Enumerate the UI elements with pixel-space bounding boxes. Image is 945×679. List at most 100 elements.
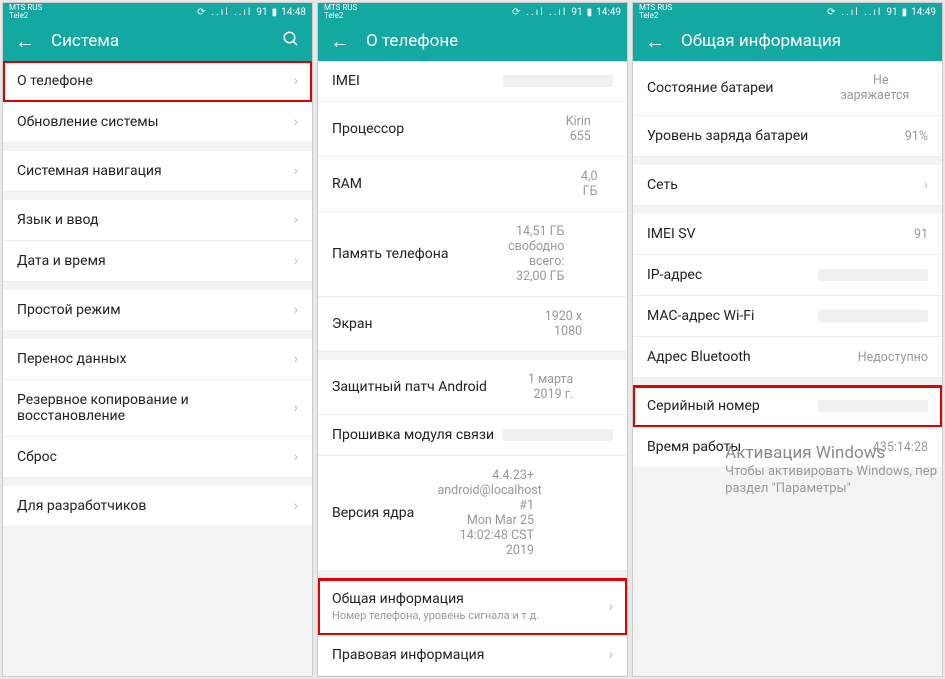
- list-item[interactable]: Время работы 435:14:28: [633, 427, 942, 468]
- sync-icon: ⟳: [197, 7, 207, 18]
- signal-icon: ..ıl ..ıl: [841, 7, 882, 18]
- carrier-label: MTS RUS Tele2: [9, 4, 42, 20]
- item-label: Для разработчиков: [17, 498, 146, 514]
- list-item[interactable]: Сброс ›: [3, 437, 312, 478]
- item-value: 91%: [905, 129, 918, 144]
- item-label: Процессор: [332, 121, 404, 137]
- status-bar: MTS RUS Tele2 ⟳ ..ıl ..ıl 91 ▮ 14:49: [633, 3, 942, 21]
- header-bar: ← Общая информация: [633, 21, 942, 61]
- clock: 14:49: [596, 7, 621, 18]
- item-label: Правовая информация: [332, 647, 484, 663]
- status-bar: MTS RUS Tele2 ⟳ ..ıl ..ıl 91 ▮ 14:49: [318, 3, 627, 21]
- list-item[interactable]: IMEI: [318, 61, 627, 102]
- list-item[interactable]: Правовая информация›: [318, 635, 627, 676]
- item-label: Сброс: [17, 449, 57, 465]
- list-item[interactable]: MAC-адрес Wi-Fi: [633, 296, 942, 337]
- list-item[interactable]: Перенос данных›: [3, 339, 312, 380]
- item-label: IMEI: [332, 73, 360, 89]
- item-label: Прошивка модуля связи: [332, 427, 494, 443]
- battery-pct: 91: [256, 7, 267, 18]
- redacted-value: [503, 75, 613, 87]
- list-item[interactable]: Адрес BluetoothНедоступно: [633, 337, 942, 378]
- item-label: Язык и ввод: [17, 212, 98, 228]
- status-icons: ⟳ ..ıl ..ıl 91 ▮ 14:49: [512, 7, 621, 18]
- list-item[interactable]: Общая информацияНомер телефона, уровень …: [318, 579, 627, 635]
- list-item[interactable]: О телефоне ›: [3, 61, 312, 102]
- back-icon[interactable]: ←: [645, 31, 665, 51]
- sync-icon: ⟳: [512, 7, 522, 18]
- redacted-value: [503, 429, 613, 441]
- list-item[interactable]: Состояние батареиНе заряжается: [633, 61, 942, 116]
- list-item[interactable]: ПроцессорKirin 655: [318, 102, 627, 157]
- list-item[interactable]: Память телефона 14,51 ГБ свободновсего: 3…: [318, 212, 627, 297]
- item-value: 435:14:28: [873, 440, 903, 455]
- item-label: Общая информация: [332, 591, 539, 607]
- item-value: 1920 x 1080: [544, 309, 582, 339]
- item-value: 1 марта 2019 г.: [525, 372, 574, 402]
- chevron-right-icon: ›: [294, 449, 298, 465]
- item-label: Версия ядра: [332, 505, 414, 521]
- item-value: 14,51 ГБ свободновсего: 32,00 ГБ: [505, 224, 564, 284]
- clock: 14:49: [911, 7, 936, 18]
- list-item[interactable]: IP-адрес: [633, 255, 942, 296]
- item-value: Недоступно: [858, 350, 897, 365]
- item-label: Резервное копирование и восстановление: [17, 392, 288, 424]
- item-label: IP-адрес: [647, 267, 702, 283]
- list-item[interactable]: Обновление системы ›: [3, 102, 312, 143]
- item-label: MAC-адрес Wi-Fi: [647, 308, 754, 324]
- list-item[interactable]: IMEI SV 91: [633, 214, 942, 255]
- search-icon[interactable]: [282, 30, 300, 53]
- list-item[interactable]: Экран 1920 x 1080: [318, 297, 627, 352]
- chevron-right-icon: ›: [294, 163, 298, 179]
- list-item[interactable]: Для разработчиков ›: [3, 486, 312, 527]
- chevron-right-icon: ›: [294, 253, 298, 269]
- info-list: Состояние батареиНе заряжаетсяУровень за…: [633, 61, 942, 676]
- list-item[interactable]: Простой режим›: [3, 290, 312, 331]
- list-item[interactable]: Защитный патч Android 1 марта 2019 г.: [318, 360, 627, 415]
- item-label: Защитный патч Android: [332, 379, 487, 395]
- signal-icon: ..ıl ..ıl: [211, 7, 252, 18]
- list-item[interactable]: Резервное копирование и восстановление ›: [3, 380, 312, 437]
- list-item[interactable]: Системная навигация ›: [3, 151, 312, 192]
- chevron-right-icon: ›: [609, 599, 613, 615]
- list-item[interactable]: Серийный номер: [633, 386, 942, 427]
- chevron-right-icon: ›: [294, 114, 298, 130]
- list-item[interactable]: Язык и ввод ›: [3, 200, 312, 241]
- list-item[interactable]: Сеть ›: [633, 165, 942, 206]
- back-icon[interactable]: ←: [15, 31, 35, 51]
- list-item[interactable]: Уровень заряда батареи91%: [633, 116, 942, 157]
- signal-icon: ..ıl ..ıl: [526, 7, 567, 18]
- item-label: О телефоне: [17, 73, 93, 89]
- item-label: Обновление системы: [17, 114, 159, 130]
- list-item[interactable]: Прошивка модуля связи: [318, 415, 627, 456]
- list-item[interactable]: Версия ядра 4.4.23+android@localhost #1Mo…: [318, 456, 627, 571]
- item-value: 4,0 ГБ: [579, 169, 598, 199]
- item-value: 91: [914, 227, 922, 242]
- header-bar: ← О телефоне: [318, 21, 627, 61]
- status-bar: MTS RUS Tele2 ⟳ ..ıl ..ıl 91 ▮ 14:48: [3, 3, 312, 21]
- item-label: Время работы: [647, 439, 741, 455]
- item-label: Серийный номер: [647, 398, 760, 414]
- status-icons: ⟳ ..ıl ..ıl 91 ▮ 14:48: [197, 7, 306, 18]
- item-value: Не заряжается: [840, 73, 888, 103]
- list-item[interactable]: Дата и время›: [3, 241, 312, 282]
- chevron-right-icon: ›: [294, 73, 298, 89]
- item-value: 4.4.23+android@localhost #1Mon Mar 25 14…: [437, 468, 534, 558]
- chevron-right-icon: ›: [294, 400, 298, 416]
- item-label: IMEI SV: [647, 226, 696, 242]
- screen-general-info: MTS RUS Tele2 ⟳ ..ıl ..ıl 91 ▮ 14:49 ← О…: [632, 2, 943, 677]
- item-label: Экран: [332, 316, 373, 332]
- item-label: Сеть: [647, 177, 678, 193]
- chevron-right-icon: ›: [924, 177, 928, 193]
- chevron-right-icon: ›: [294, 498, 298, 514]
- redacted-value: [818, 400, 928, 412]
- chevron-right-icon: ›: [294, 212, 298, 228]
- list-item[interactable]: RAM4,0 ГБ: [318, 157, 627, 212]
- status-icons: ⟳ ..ıl ..ıl 91 ▮ 14:49: [827, 7, 936, 18]
- sync-icon: ⟳: [827, 7, 837, 18]
- item-label: Системная навигация: [17, 163, 162, 179]
- item-label: Память телефона: [332, 246, 448, 262]
- back-icon[interactable]: ←: [330, 31, 350, 51]
- chevron-right-icon: ›: [294, 351, 298, 367]
- redacted-value: [818, 310, 928, 322]
